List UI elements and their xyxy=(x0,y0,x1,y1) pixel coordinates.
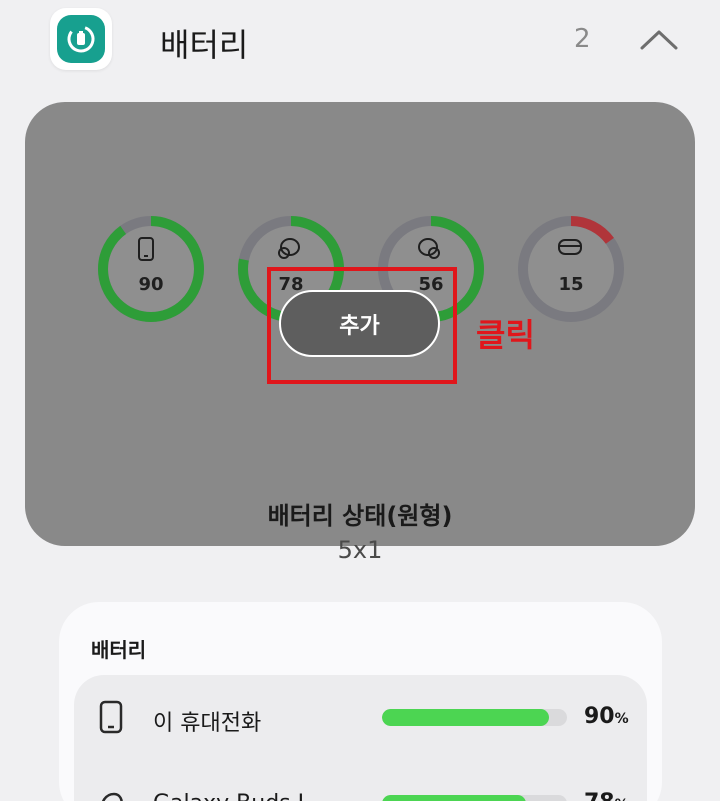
phone-icon xyxy=(96,697,126,737)
battery-percent: 78% xyxy=(584,790,629,801)
earbud-left-icon xyxy=(276,236,306,266)
page-title: 배터리 xyxy=(160,26,249,64)
gauge-value: 90 xyxy=(138,274,164,295)
battery-row-buds-left[interactable]: Galaxy Buds L 78% xyxy=(74,761,647,801)
click-annotation: 클릭 xyxy=(476,316,535,354)
gauge-value: 15 xyxy=(558,274,584,295)
device-name: 이 휴대전화 xyxy=(153,711,262,736)
buds-case-icon xyxy=(556,236,586,266)
widget-count: 2 xyxy=(574,24,591,54)
gauge-buds-case: 15 xyxy=(516,214,626,324)
battery-bar xyxy=(382,709,567,726)
battery-app-icon xyxy=(50,8,112,70)
earbud-right-icon xyxy=(416,236,446,266)
earbud-icon xyxy=(96,783,126,801)
battery-card-title: 배터리 xyxy=(91,638,147,662)
battery-bar xyxy=(382,795,567,801)
battery-list-card: 배터리 이 휴대전화 90% Galaxy Buds L 78% xyxy=(59,602,662,801)
widget-size: 5x1 xyxy=(337,536,383,564)
click-highlight-box xyxy=(267,267,457,384)
widget-name: 배터리 상태(원형) xyxy=(267,502,453,530)
battery-list: 이 휴대전화 90% Galaxy Buds L 78% xyxy=(74,675,647,801)
battery-bar-fill xyxy=(382,795,527,801)
gauge-phone: 90 xyxy=(96,214,206,324)
device-name: Galaxy Buds L xyxy=(153,791,310,801)
battery-percent: 90% xyxy=(584,704,629,729)
widget-group-header[interactable]: 배터리 2 xyxy=(0,0,720,92)
battery-bar-fill xyxy=(382,709,549,726)
phone-icon xyxy=(136,236,166,266)
battery-row-phone[interactable]: 이 휴대전화 90% xyxy=(74,675,647,745)
chevron-up-icon[interactable] xyxy=(636,20,682,58)
